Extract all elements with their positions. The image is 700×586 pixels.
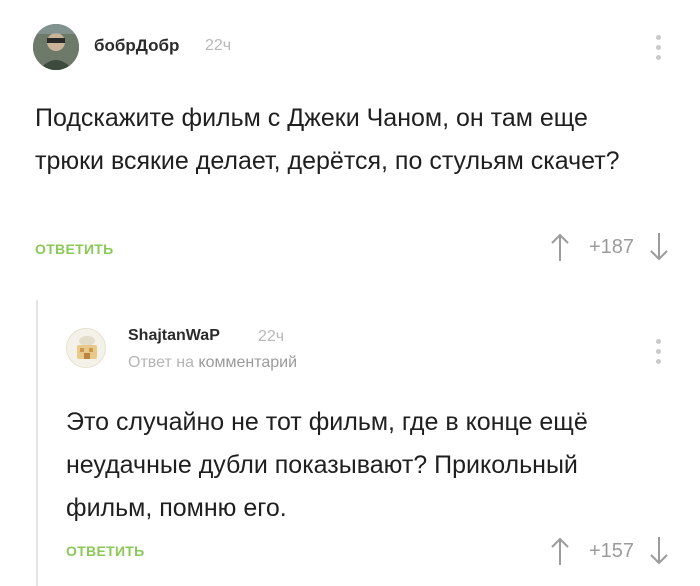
rating: +157: [549, 536, 670, 566]
upvote-arrow-icon[interactable]: [549, 536, 571, 566]
avatar[interactable]: [33, 24, 79, 70]
comment: бобрДобр 22ч Подскажите фильм с Джеки Ча…: [0, 0, 700, 290]
reply-to-prefix: Ответ на: [128, 354, 194, 371]
downvote-arrow-icon[interactable]: [648, 232, 670, 262]
rating: +187: [549, 232, 670, 262]
reply-button[interactable]: ОТВЕТИТЬ: [35, 241, 114, 257]
score: +157: [588, 539, 634, 562]
timestamp: 22ч: [258, 328, 285, 345]
author-name[interactable]: бобрДобр: [94, 36, 179, 56]
score: +187: [588, 235, 634, 258]
timestamp: 22ч: [205, 37, 232, 54]
comment-text: Подскажите фильм с Джеки Чаном, он там е…: [35, 104, 620, 175]
reply-comment: ShajtanWaP 22ч Ответ на комментарий Это …: [36, 300, 700, 586]
downvote-arrow-icon[interactable]: [648, 536, 670, 566]
author-name[interactable]: ShajtanWaP: [128, 327, 220, 345]
more-options-icon[interactable]: [654, 339, 662, 364]
reply-to-link[interactable]: комментарий: [198, 354, 297, 371]
comment-text: Это случайно не тот фильм, где в конце е…: [66, 408, 588, 522]
more-options-icon[interactable]: [654, 35, 662, 60]
avatar[interactable]: [66, 328, 106, 368]
upvote-arrow-icon[interactable]: [549, 232, 571, 262]
reply-button[interactable]: ОТВЕТИТЬ: [66, 543, 145, 559]
reply-to-line: Ответ на комментарий: [128, 354, 297, 372]
